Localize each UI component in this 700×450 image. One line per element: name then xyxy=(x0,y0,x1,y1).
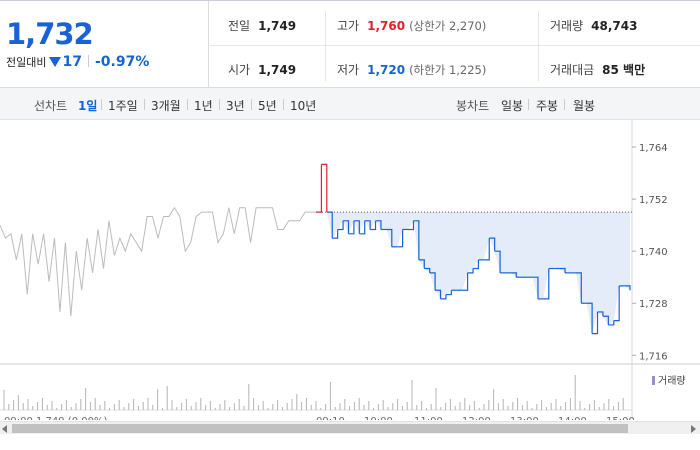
tab-divider xyxy=(101,99,102,110)
tab-divider xyxy=(528,99,529,110)
high-label: 고가 xyxy=(337,19,360,33)
volume-label: 거래량 xyxy=(550,19,584,33)
y-tick-label: 1,716 xyxy=(639,351,668,362)
x-tick-label: 11:00 xyxy=(414,416,443,420)
low-price: 저가 1,720 (하한가 1,225) xyxy=(337,61,486,78)
quote-stats: 전일 1,749 시가 1,749 고가 1,760 (상한가 2,270) 저가 1,7… xyxy=(210,1,700,89)
trade-value-amount: 85 백만 xyxy=(602,63,646,77)
low-value: 1,720 xyxy=(367,63,406,77)
x-tick-label: 13:00 xyxy=(510,416,539,420)
volume: 거래량 48,743 xyxy=(550,17,637,34)
tab-divider xyxy=(251,99,252,110)
change-percent: -0.97% xyxy=(94,54,150,70)
volume-swatch-icon xyxy=(652,376,655,385)
prev-close-label: 전일 xyxy=(228,19,251,33)
upper-limit: (상한가 2,270) xyxy=(409,19,487,33)
prev-close-value: 1,749 xyxy=(258,19,297,33)
tab-1-year[interactable]: 1년 xyxy=(194,97,213,114)
open-price: 시가 1,749 xyxy=(228,61,296,78)
y-tick-label: 1,740 xyxy=(639,247,668,258)
scroll-thumb[interactable] xyxy=(12,424,628,433)
tab-daily-candle[interactable]: 일봉 xyxy=(501,97,523,114)
tab-10-years[interactable]: 10년 xyxy=(290,97,316,114)
chart-canvas: 1,764 1,752 1,740 1,728 1,716 09:00 1,749 (0.… xyxy=(0,120,700,420)
x-tick-label: 09:00 1,749 (0.00%) xyxy=(4,416,107,420)
tab-divider xyxy=(144,99,145,110)
stats-divider xyxy=(210,45,700,46)
previous-day-series xyxy=(0,206,316,317)
tab-1-day[interactable]: 1일 xyxy=(78,97,97,114)
candle-chart-label: 봉차트 xyxy=(456,99,490,113)
tab-3-years[interactable]: 3년 xyxy=(226,97,245,114)
y-tick-label: 1,728 xyxy=(639,299,668,310)
down-triangle-icon xyxy=(49,57,62,67)
tab-divider xyxy=(564,99,565,110)
open-label: 시가 xyxy=(228,63,251,77)
x-tick-label: 15:00 xyxy=(606,416,635,420)
change-divider xyxy=(87,55,89,67)
x-tick-label: 14:00 xyxy=(558,416,587,420)
tab-5-years[interactable]: 5년 xyxy=(258,97,277,114)
lower-limit: (하한가 1,225) xyxy=(409,63,487,77)
stats-divider xyxy=(325,11,326,81)
change-amount: 17 xyxy=(62,54,82,70)
scroll-left-arrow-icon[interactable] xyxy=(2,425,7,433)
high-price: 고가 1,760 (상한가 2,270) xyxy=(337,17,486,34)
line-chart-label: 선차트 xyxy=(34,99,68,113)
tab-divider xyxy=(187,99,188,110)
price-chart: 1,764 1,752 1,740 1,728 1,716 09:00 1,749 (0.… xyxy=(0,120,700,450)
change-row: 전일대비 17 -0.97% xyxy=(6,54,149,70)
tab-3-months[interactable]: 3개월 xyxy=(151,97,181,114)
change-label: 전일대비 xyxy=(6,56,47,69)
low-label: 저가 xyxy=(337,63,360,77)
x-tick-label: 09:10 xyxy=(316,416,345,420)
trade-value: 거래대금 85 백만 xyxy=(550,61,645,78)
price-box: 1,732 전일대비 17 -0.97% xyxy=(0,1,209,89)
trade-value-label: 거래대금 xyxy=(550,63,595,77)
x-tick-label: 12:00 xyxy=(462,416,491,420)
volume-legend-label: 거래량 xyxy=(658,376,686,387)
tab-divider xyxy=(219,99,220,110)
tab-weekly-candle[interactable]: 주봉 xyxy=(536,97,558,114)
stats-divider xyxy=(538,11,539,81)
volume-value: 48,743 xyxy=(591,19,638,33)
period-tab-bar: 선차트 1일 1주일 3개월 1년 3년 5년 10년 봉차트 일봉 주봉 월봉 xyxy=(0,88,700,120)
y-tick-label: 1,752 xyxy=(639,195,668,206)
scroll-right-arrow-icon[interactable] xyxy=(691,425,696,433)
x-tick-label: 10:00 xyxy=(364,416,393,420)
tab-divider xyxy=(283,99,284,110)
today-series-segment xyxy=(316,164,323,213)
open-value: 1,749 xyxy=(258,63,297,77)
tab-monthly-candle[interactable]: 월봉 xyxy=(573,97,595,114)
today-series-segment xyxy=(321,163,328,213)
y-tick-label: 1,764 xyxy=(639,143,668,154)
prev-close: 전일 1,749 xyxy=(228,17,296,34)
high-value: 1,760 xyxy=(367,19,406,33)
horizontal-scrollbar[interactable] xyxy=(0,421,700,434)
current-price: 1,732 xyxy=(6,17,94,51)
quote-panel: 1,732 전일대비 17 -0.97% 전일 1,749 시가 1,749 고가 1,7… xyxy=(0,0,700,89)
volume-legend: 거래량 xyxy=(652,372,686,387)
tab-1-week[interactable]: 1주일 xyxy=(108,97,138,114)
